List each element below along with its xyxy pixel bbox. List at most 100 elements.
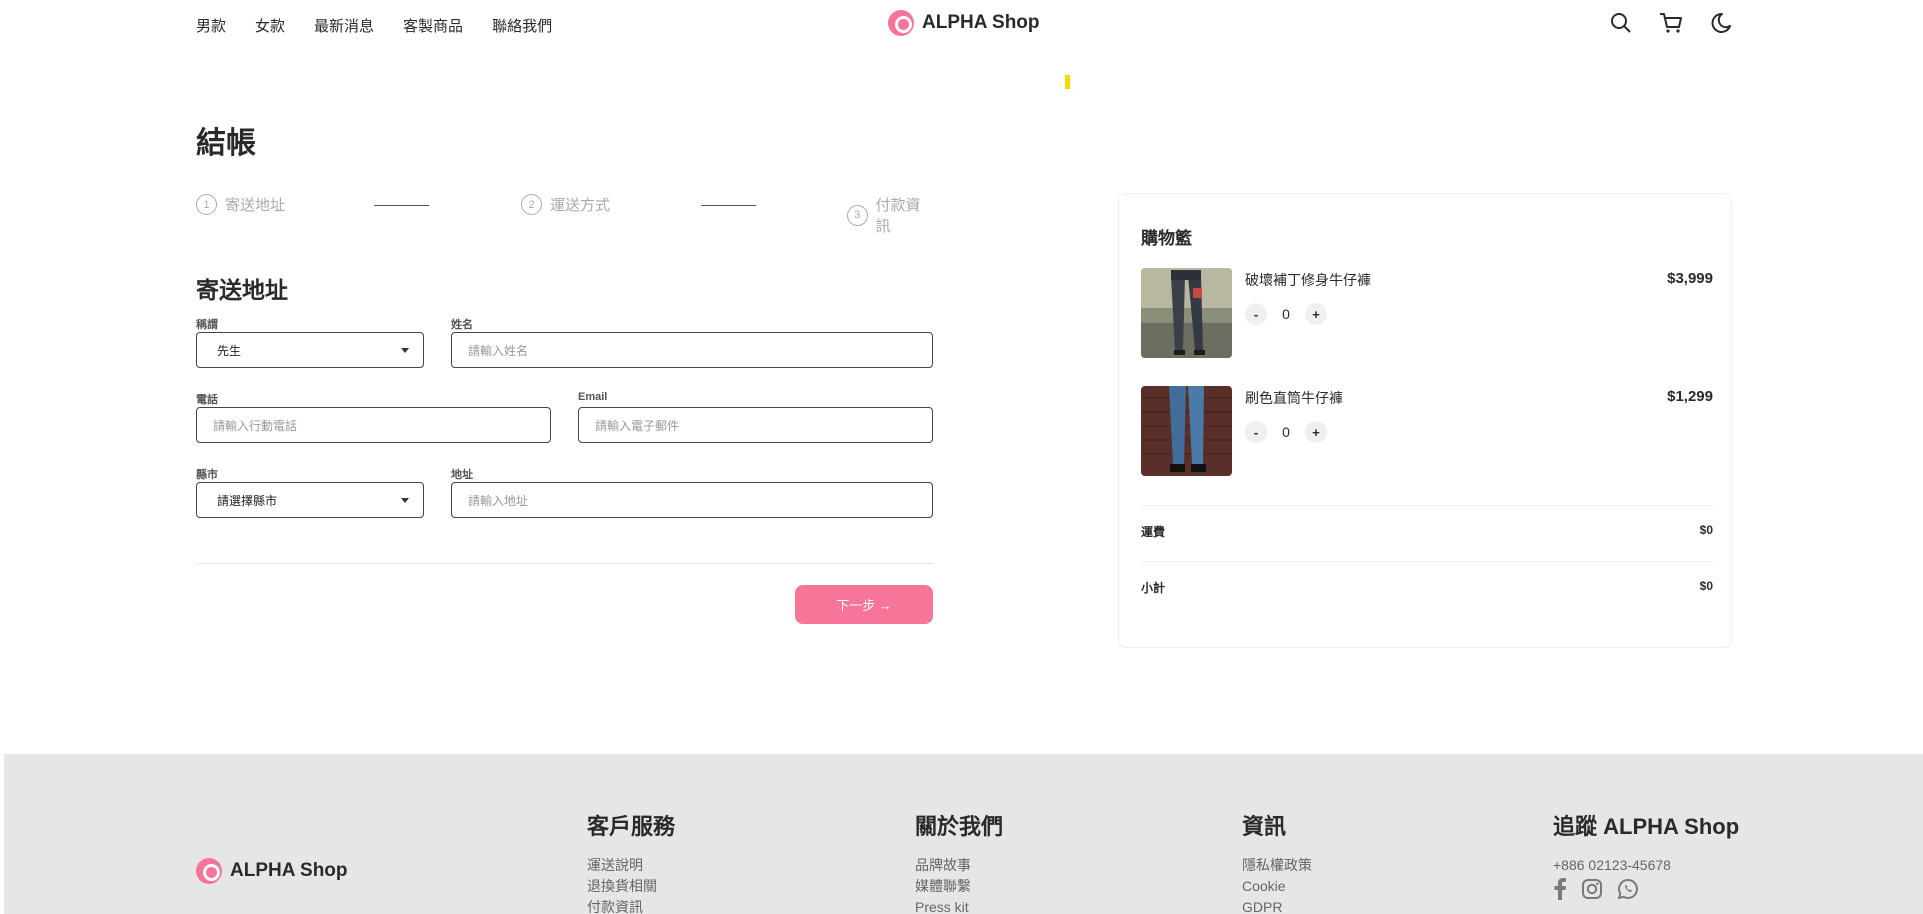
step-number: 1 <box>196 194 217 215</box>
instagram-icon[interactable] <box>1581 878 1603 905</box>
step-label: 寄送地址 <box>225 197 286 214</box>
quantity-value: 0 <box>1282 424 1290 440</box>
footer-phone: +886 02123-45678 <box>1553 857 1671 873</box>
footer-link[interactable]: Press kit <box>915 897 1003 914</box>
step-payment: 3 付款資訊 <box>847 194 934 236</box>
nav-item-men[interactable]: 男款 <box>196 15 226 36</box>
step-connector <box>701 205 756 206</box>
footer-link[interactable]: 隱私權政策 <box>1242 855 1312 876</box>
product-image <box>1141 386 1232 476</box>
site-footer: ALPHA Shop 客戶服務 運送說明 退換貨相關 付款資訊 關於我們 品牌故… <box>4 754 1923 914</box>
facebook-icon[interactable] <box>1553 878 1567 905</box>
next-step-button[interactable]: 下一步 → <box>795 585 933 624</box>
email-field: Email 請輸入電子郵件 <box>578 391 933 443</box>
cart-item: 刷色直筒牛仔褲 $1,299 - 0 + <box>1141 386 1713 476</box>
decrease-quantity-button[interactable]: - <box>1245 421 1267 443</box>
salutation-label: 稱謂 <box>196 319 218 331</box>
name-input[interactable]: 請輸入姓名 <box>451 332 933 368</box>
city-value: 請選擇縣市 <box>217 493 278 508</box>
footer-column-title: 追蹤 ALPHA Shop <box>1553 814 1740 839</box>
step-number: 2 <box>521 194 542 215</box>
footer-link[interactable]: 退換貨相關 <box>587 876 675 897</box>
footer-link[interactable]: 品牌故事 <box>915 855 1003 876</box>
subtotal-row: 小計 $0 <box>1141 561 1713 596</box>
step-connector <box>374 205 429 206</box>
increase-quantity-button[interactable]: + <box>1305 303 1327 325</box>
product-name: 刷色直筒牛仔褲 <box>1245 390 1343 406</box>
quantity-value: 0 <box>1282 306 1290 322</box>
quantity-stepper: - 0 + <box>1245 303 1327 325</box>
social-links <box>1553 878 1739 905</box>
salutation-field: 稱謂 先生 <box>196 316 424 368</box>
quantity-stepper: - 0 + <box>1245 421 1327 443</box>
logo-text: ALPHA Shop <box>230 860 348 881</box>
footer-link[interactable]: 付款資訊 <box>587 897 675 914</box>
decrease-quantity-button[interactable]: - <box>1245 303 1267 325</box>
whatsapp-icon[interactable] <box>1617 878 1639 905</box>
site-header: 男款 女款 最新消息 客製商品 聯絡我們 ALPHA Shop <box>0 0 1923 48</box>
logo-icon <box>196 858 222 884</box>
footer-column-about: 關於我們 品牌故事 媒體聯繫 Press kit <box>915 809 1003 914</box>
product-price: $3,999 <box>1667 270 1713 287</box>
nav-item-women[interactable]: 女款 <box>255 15 285 36</box>
email-input[interactable]: 請輸入電子郵件 <box>578 407 933 443</box>
name-field: 姓名 請輸入姓名 <box>451 316 933 368</box>
city-select[interactable]: 請選擇縣市 <box>196 482 424 518</box>
nav-item-contact[interactable]: 聯絡我們 <box>492 15 552 36</box>
step-number: 3 <box>847 204 868 226</box>
step-shipping: 2 運送方式 <box>521 194 610 215</box>
logo-icon <box>888 10 914 36</box>
footer-column-title: 客戶服務 <box>587 814 676 839</box>
page-title: 結帳 <box>196 127 256 160</box>
address-label: 地址 <box>451 469 473 481</box>
header-logo[interactable]: ALPHA Shop <box>888 10 1040 36</box>
salutation-value: 先生 <box>217 343 242 358</box>
subtotal-value: $0 <box>1699 579 1713 593</box>
footer-column-title: 關於我們 <box>915 814 1004 839</box>
shipping-value: $0 <box>1699 523 1713 537</box>
footer-link[interactable]: GDPR <box>1242 897 1312 914</box>
form-divider <box>196 563 934 564</box>
logo-text: ALPHA Shop <box>922 12 1040 33</box>
step-label: 付款資訊 <box>875 197 921 235</box>
step-label: 運送方式 <box>550 197 611 214</box>
footer-column-title: 資訊 <box>1242 814 1287 839</box>
cart-icon[interactable] <box>1658 10 1684 36</box>
phone-field: 電話 請輸入行動電話 <box>196 391 551 443</box>
footer-column-service: 客戶服務 運送說明 退換貨相關 付款資訊 <box>587 809 675 914</box>
form-title: 寄送地址 <box>196 277 288 303</box>
address-input[interactable]: 請輸入地址 <box>451 482 933 518</box>
main-nav: 男款 女款 最新消息 客製商品 聯絡我們 <box>196 15 552 36</box>
address-field: 地址 請輸入地址 <box>451 466 933 518</box>
chevron-down-icon <box>401 347 409 353</box>
footer-link[interactable]: 媒體聯繫 <box>915 876 1003 897</box>
address-placeholder: 請輸入地址 <box>468 493 529 508</box>
name-placeholder: 請輸入姓名 <box>468 343 529 358</box>
product-name: 破壞補丁修身牛仔褲 <box>1245 272 1371 288</box>
nav-item-news[interactable]: 最新消息 <box>314 15 374 36</box>
moon-icon[interactable] <box>1708 10 1734 36</box>
nav-item-custom[interactable]: 客製商品 <box>403 15 463 36</box>
decorative-marker <box>1065 75 1070 89</box>
shipping-label: 運費 <box>1141 525 1166 539</box>
cart-item: 破壞補丁修身牛仔褲 $3,999 - 0 + <box>1141 268 1713 358</box>
cart-title: 購物籃 <box>1141 229 1192 248</box>
footer-link[interactable]: Cookie <box>1242 876 1312 897</box>
email-placeholder: 請輸入電子郵件 <box>595 418 680 433</box>
footer-link[interactable]: 運送說明 <box>587 855 675 876</box>
name-label: 姓名 <box>451 319 473 331</box>
footer-logo[interactable]: ALPHA Shop <box>196 858 348 884</box>
increase-quantity-button[interactable]: + <box>1305 421 1327 443</box>
phone-placeholder: 請輸入行動電話 <box>213 418 298 433</box>
checkout-stepper: 1 寄送地址 2 運送方式 3 付款資訊 <box>196 194 934 235</box>
shipping-row: 運費 $0 <box>1141 505 1713 540</box>
city-field: 縣市 請選擇縣市 <box>196 466 424 518</box>
footer-column-info: 資訊 隱私權政策 Cookie GDPR <box>1242 809 1312 914</box>
city-label: 縣市 <box>196 469 218 481</box>
phone-input[interactable]: 請輸入行動電話 <box>196 407 551 443</box>
shopping-cart: 購物籃 破壞補丁修身牛仔褲 $3,999 - 0 + 刷色直筒牛仔褲 $1,29… <box>1118 193 1732 648</box>
phone-label: 電話 <box>196 394 218 406</box>
search-icon[interactable] <box>1608 10 1634 36</box>
subtotal-label: 小計 <box>1141 581 1166 595</box>
salutation-select[interactable]: 先生 <box>196 332 424 368</box>
